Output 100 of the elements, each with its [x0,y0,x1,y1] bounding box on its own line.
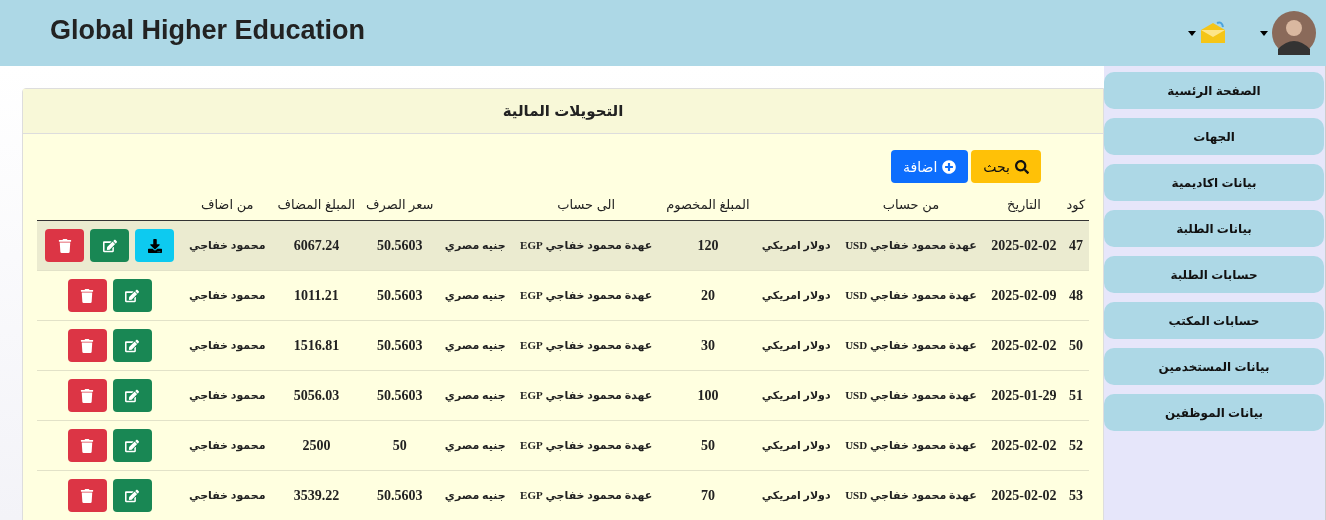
table-cell: 47 [1062,220,1089,271]
table-cell: 50.5603 [360,220,439,271]
edit-button[interactable] [112,379,152,412]
table-cell: عهدة محمود خفاجي USD [836,220,985,271]
table-cell: 48 [1062,270,1089,321]
column-header: الى حساب [511,189,661,221]
table-cell: 2500 [272,420,361,471]
table-cell: عهدة محمود خفاجي EGP [511,420,661,471]
table-cell: جنيه مصري [438,320,512,371]
table-cell: 100 [660,370,756,421]
download-button[interactable] [135,229,175,262]
download-icon [147,238,162,253]
table-cell: 20 [660,270,756,321]
table-cell: 2025-02-02 [985,420,1063,471]
edit-button[interactable] [112,479,152,512]
table-cell: 50.5603 [360,320,439,371]
table-cell: محمود خفاجي [182,320,272,371]
edit-button[interactable] [112,429,152,462]
trash-icon [80,488,95,503]
table-cell: عهدة محمود خفاجي EGP [511,320,661,371]
delete-button[interactable] [67,479,107,512]
edit-button[interactable] [112,279,152,312]
column-header: كود [1062,189,1089,221]
table-cell: محمود خفاجي [182,220,272,271]
table-cell: 53 [1062,470,1089,520]
add-button[interactable]: اضافة [891,150,969,183]
table-cell: جنيه مصري [438,420,512,471]
edit-button[interactable] [112,329,152,362]
table-cell: دولار امريكي [755,270,837,321]
table-cell: 1516.81 [272,320,361,371]
search-button[interactable]: بحث [971,150,1041,183]
delete-button[interactable] [67,329,107,362]
delete-button[interactable] [45,229,85,262]
table-cell: عهدة محمود خفاجي EGP [511,470,661,520]
edit-icon [125,438,140,453]
table-cell: عهدة محمود خفاجي USD [836,370,985,421]
table-cell: دولار امريكي [755,220,837,271]
table-cell: 2025-02-02 [985,470,1063,520]
trash-icon [57,238,72,253]
app-title: Global Higher Education [50,14,366,46]
plus-icon [942,159,957,174]
table-cell: عهدة محمود خفاجي USD [836,420,985,471]
table-cell: 50.5603 [360,370,439,421]
table-cell: 2025-02-02 [985,220,1063,271]
edit-icon [125,288,140,303]
edit-button[interactable] [90,229,130,262]
table-cell: 2025-01-29 [985,370,1063,421]
trash-icon [80,338,95,353]
sidebar-item[interactable]: الصفحة الرئسية [1104,72,1324,109]
table-cell: 120 [660,220,756,271]
sidebar-item[interactable]: الجهات [1104,118,1324,155]
table-cell: محمود خفاجي [182,420,272,471]
table-cell: 50 [1062,320,1089,371]
table-cell: جنيه مصري [438,270,512,321]
caret-icon[interactable] [1188,30,1196,36]
caret-icon[interactable] [1260,30,1268,36]
table-cell: عهدة محمود خفاجي EGP [511,370,661,421]
table-cell: محمود خفاجي [182,270,272,321]
table-cell: 1011.21 [272,270,361,321]
table-cell: عهدة محمود خفاجي USD [836,270,985,321]
table-cell: دولار امريكي [755,470,837,520]
table-cell: 6067.24 [272,220,361,271]
table-cell: 50.5603 [360,470,439,520]
table-cell: 52 [1062,420,1089,471]
sidebar-item[interactable]: بيانات المستخدمين [1104,348,1324,385]
delete-button[interactable] [67,379,107,412]
delete-button[interactable] [67,429,107,462]
column-header: المبلغ المخصوم [660,189,756,221]
table-cell: 2025-02-02 [985,320,1063,371]
table-cell: محمود خفاجي [182,370,272,421]
avatar-icon[interactable] [1272,11,1316,55]
sidebar-item[interactable]: حسابات الطلبة [1104,256,1324,293]
table-cell: عهدة محمود خفاجي EGP [511,220,661,271]
table-cell: جنيه مصري [438,220,512,271]
column-header: التاريخ [985,189,1063,221]
table-cell: عهدة محمود خفاجي USD [836,320,985,371]
table-cell: دولار امريكي [755,320,837,371]
table-cell: 50 [360,420,439,471]
table-cell: عهدة محمود خفاجي EGP [511,270,661,321]
table-cell: عهدة محمود خفاجي USD [836,470,985,520]
sidebar-item[interactable]: بيانات الموظفين [1104,394,1324,431]
edit-icon [125,488,140,503]
table-cell: 5056.03 [272,370,361,421]
column-header: سعر الصرف [360,189,439,221]
sidebar-item[interactable]: حسابات المكتب [1104,302,1324,339]
edit-icon [102,238,117,253]
delete-button[interactable] [67,279,107,312]
table-cell: 50 [660,420,756,471]
column-header: من اضاف [182,189,272,221]
sidebar-item[interactable]: بيانات اكاديمية [1104,164,1324,201]
table-cell: 2025-02-09 [985,270,1063,321]
column-header: المبلغ المضاف [272,189,361,221]
table-cell: 70 [660,470,756,520]
table-cell: جنيه مصري [438,470,512,520]
table-cell: جنيه مصري [438,370,512,421]
card-title: التحويلات المالية [23,89,1103,134]
table-cell: 51 [1062,370,1089,421]
table-cell: 3539.22 [272,470,361,520]
edit-icon [125,338,140,353]
sidebar-item[interactable]: بيانات الطلبة [1104,210,1324,247]
